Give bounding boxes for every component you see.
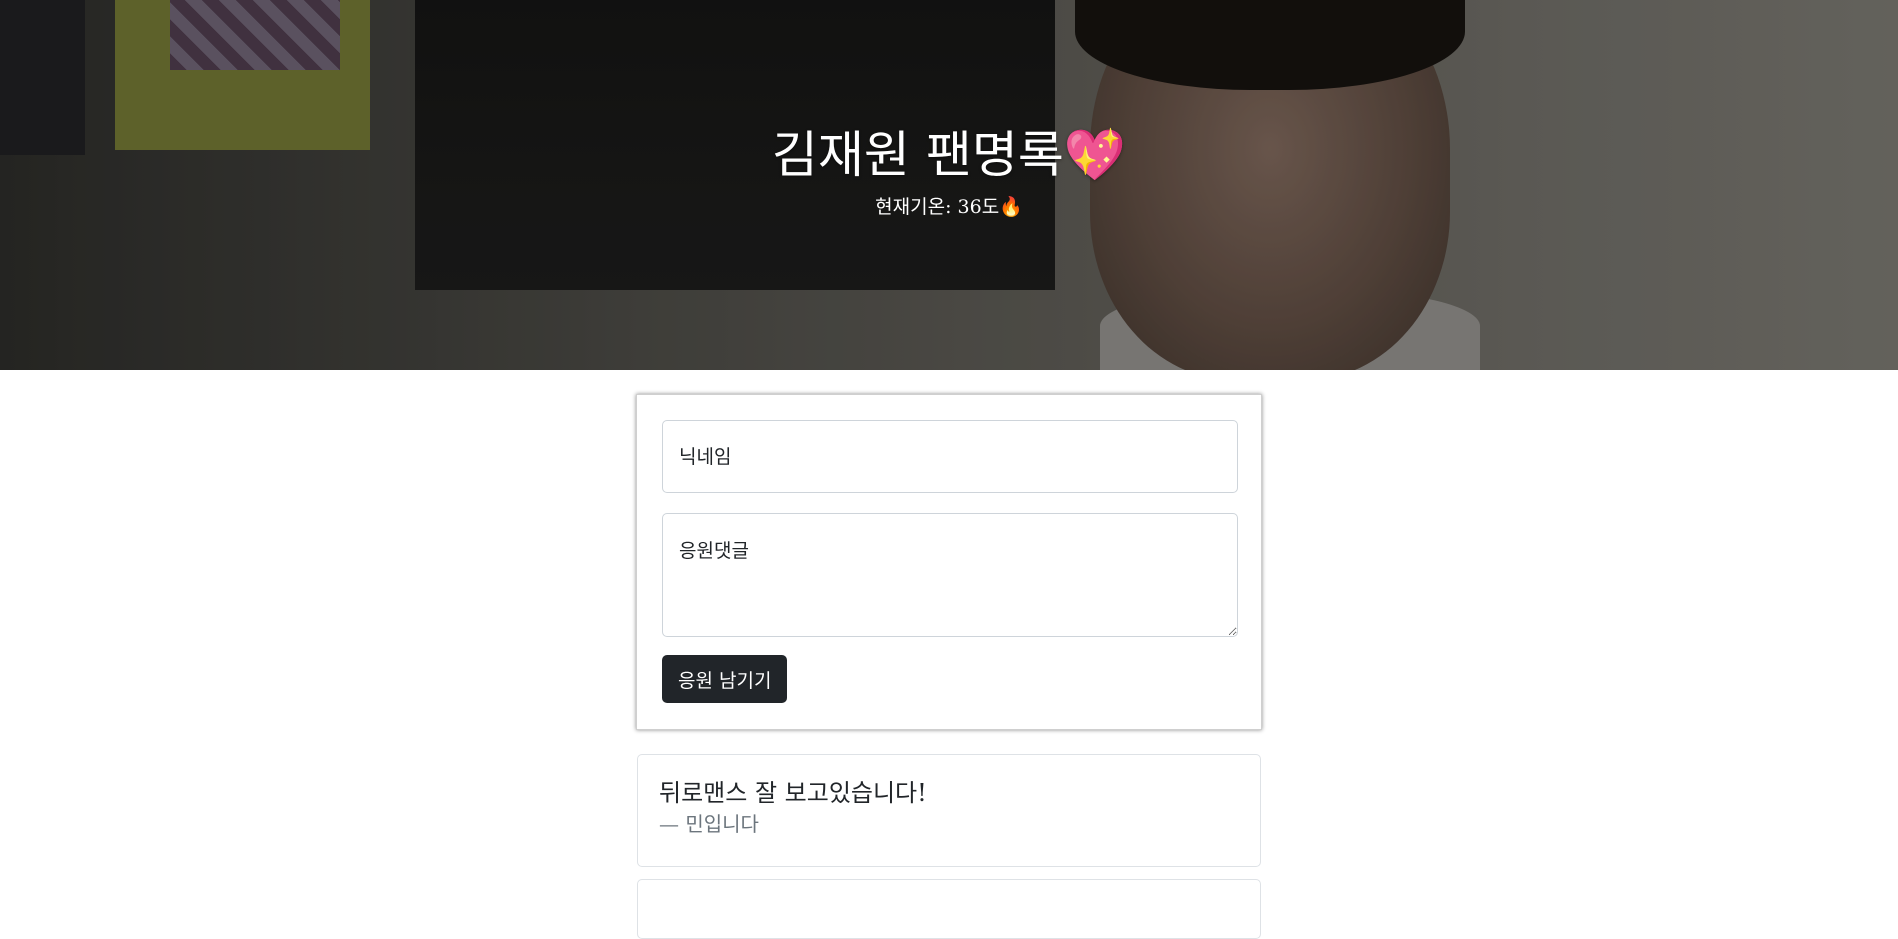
comment-card: 뒤로맨스 잘 보고있습니다! — 민입니다 xyxy=(637,754,1261,867)
nickname-input[interactable] xyxy=(662,420,1238,493)
page-title: 김재원 팬명록💖 xyxy=(771,126,1127,184)
hero-banner: 김재원 팬명록💖 현재기온: 36도🔥 xyxy=(0,0,1898,370)
comment-card xyxy=(637,879,1261,939)
temperature-text: 현재기온: 36도🔥 xyxy=(875,196,1023,218)
comment-author: — 민입니다 xyxy=(659,812,759,836)
hero-text: 김재원 팬명록💖 현재기온: 36도🔥 xyxy=(0,125,1898,221)
submit-button[interactable]: 응원 남기기 xyxy=(662,655,788,703)
comment-textarea[interactable] xyxy=(662,513,1238,637)
comment-text: 뒤로맨스 잘 보고있습니다! xyxy=(659,779,927,807)
comment-form: 응원 남기기 xyxy=(636,394,1262,730)
